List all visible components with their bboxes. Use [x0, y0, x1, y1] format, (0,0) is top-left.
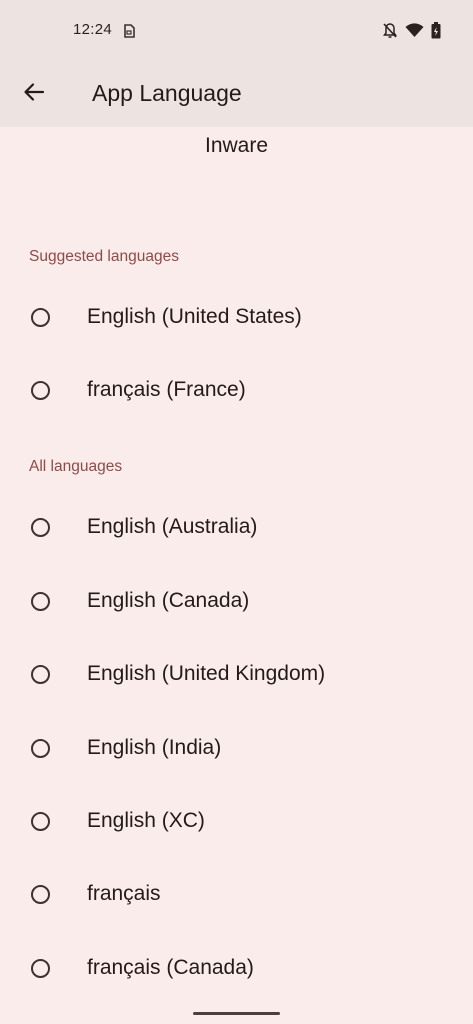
radio-button[interactable]: [31, 591, 50, 611]
language-option-francais[interactable]: français: [0, 859, 473, 929]
back-button[interactable]: [14, 74, 54, 114]
radio-button[interactable]: [31, 307, 50, 327]
language-label: English (Australia): [87, 515, 258, 538]
radio-button[interactable]: [31, 517, 50, 537]
language-option-english-united-states[interactable]: English (United States): [0, 282, 473, 352]
radio-button[interactable]: [31, 958, 50, 978]
language-option-francais-canada[interactable]: français (Canada): [0, 933, 473, 1003]
all-languages-header: All languages: [29, 458, 123, 475]
status-time: 12:24: [73, 21, 113, 38]
language-option-english-canada[interactable]: English (Canada): [0, 566, 473, 636]
language-label: English (United Kingdom): [87, 662, 326, 685]
language-option-english-india[interactable]: English (India): [0, 713, 473, 783]
wifi-icon: [405, 23, 424, 43]
arrow-back-icon: [23, 81, 45, 108]
language-option-english-australia[interactable]: English (Australia): [0, 492, 473, 562]
language-label: français (France): [87, 378, 246, 401]
status-bar: 12:24: [0, 0, 473, 60]
language-option-english-xc[interactable]: English (XC): [0, 786, 473, 856]
radio-button[interactable]: [31, 380, 50, 400]
page-title: App Language: [92, 80, 242, 106]
language-label: English (United States): [87, 305, 302, 328]
gesture-nav-handle[interactable]: [193, 1012, 280, 1015]
language-option-english-united-kingdom[interactable]: English (United Kingdom): [0, 639, 473, 709]
radio-button[interactable]: [31, 664, 50, 684]
radio-button[interactable]: [31, 884, 50, 904]
notifications-off-icon: [382, 22, 398, 44]
app-bar: App Language: [0, 60, 473, 127]
language-label: English (XC): [87, 809, 205, 832]
language-label: français (Canada): [87, 956, 254, 979]
language-label: français: [87, 882, 161, 905]
sim-card-icon: [122, 23, 136, 39]
language-label: English (Canada): [87, 589, 250, 612]
status-icons: [382, 22, 441, 44]
suggested-languages-header: Suggested languages: [29, 248, 179, 265]
radio-button[interactable]: [31, 811, 50, 831]
language-option-francais-france[interactable]: français (France): [0, 355, 473, 425]
app-name: Inware: [204, 134, 269, 157]
battery-icon: [431, 22, 441, 44]
radio-button[interactable]: [31, 738, 50, 758]
language-label: English (India): [87, 736, 222, 759]
